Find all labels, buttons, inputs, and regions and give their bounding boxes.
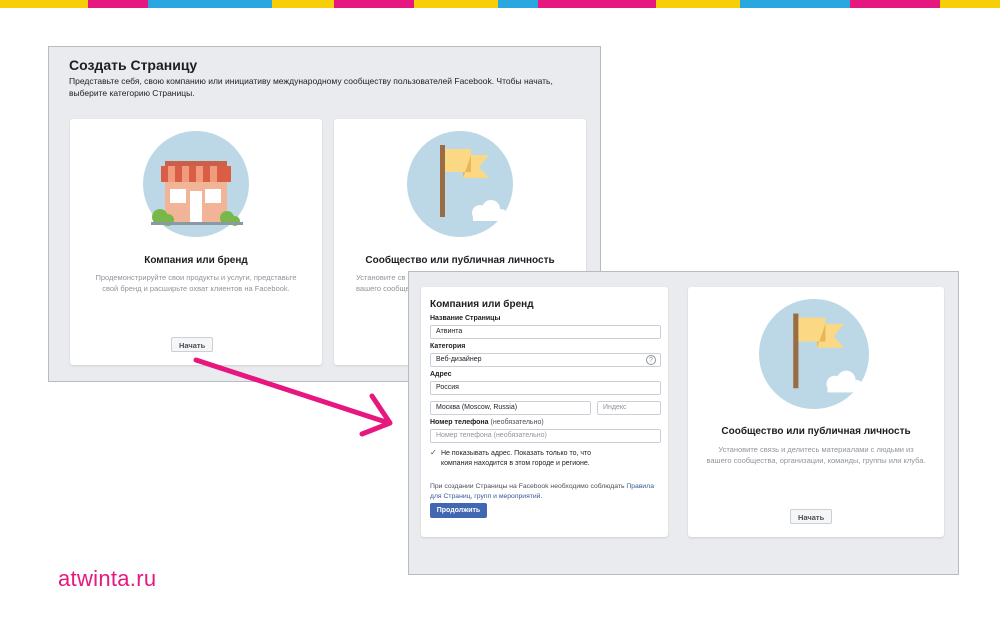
- phone-input[interactable]: Номер телефона (необязательно): [430, 429, 661, 443]
- page-name-input[interactable]: Атвинта: [430, 325, 661, 339]
- stripe-segment: [272, 0, 334, 8]
- company-card-title: Компания или бренд: [144, 255, 248, 266]
- continue-button[interactable]: Продолжить: [430, 503, 487, 518]
- stripe-segment: [850, 0, 940, 8]
- stripe-segment: [0, 0, 88, 8]
- hide-address-checkbox[interactable]: ✓: [430, 449, 438, 457]
- country-input[interactable]: Россия: [430, 381, 661, 395]
- phone-label: Номер телефона (необязательно): [430, 419, 544, 426]
- flag-icon: [407, 131, 513, 237]
- community-card-title: Сообщество или публичная личность: [365, 255, 555, 266]
- storefront-icon: [143, 131, 249, 237]
- community-card-2-title: Сообщество или публичная личность: [721, 426, 911, 437]
- company-brand-card[interactable]: Компания или бренд Продемонстрируйте сво…: [70, 119, 322, 365]
- zip-input[interactable]: Индекс: [597, 401, 661, 415]
- hide-address-text: Не показывать адрес. Показать только то,…: [441, 450, 592, 467]
- pointer-arrow: [193, 357, 393, 437]
- community-start-button[interactable]: Начать: [790, 509, 833, 524]
- page-description: Представьте себя, свою компанию или иниц…: [69, 76, 553, 98]
- terms-text-body: При создании Страницы на Facebook необхо…: [430, 483, 625, 490]
- stripe-segment: [148, 0, 272, 8]
- company-start-button[interactable]: Начать: [171, 337, 214, 352]
- stripe-segment: [88, 0, 148, 8]
- stripe-segment: [740, 0, 850, 8]
- brand-watermark: atwinta.ru: [58, 566, 157, 591]
- company-form-card: Компания или бренд Название Страницы Атв…: [421, 287, 668, 537]
- form-title: Компания или бренд: [430, 299, 534, 310]
- stripe-segment: [414, 0, 498, 8]
- category-value: Веб-дизайнер: [436, 356, 482, 363]
- stripe-segment: [656, 0, 740, 8]
- page-name-label: Название Страницы: [430, 315, 501, 322]
- address-label: Адрес: [430, 371, 452, 378]
- phone-label-text: Номер телефона: [430, 419, 489, 426]
- stripe-segment: [498, 0, 538, 8]
- color-stripe: [0, 0, 1000, 8]
- terms-text: При создании Страницы на Facebook необхо…: [430, 482, 662, 501]
- community-card-2-description: Установите связь и делитесь материалами …: [706, 445, 926, 465]
- terms-text-end: .: [540, 492, 543, 500]
- stripe-segment: [538, 0, 656, 8]
- flag-icon: [759, 299, 869, 409]
- city-input[interactable]: Москва (Moscow, Russia): [430, 401, 591, 415]
- stripe-segment: [940, 0, 1000, 8]
- category-label: Категория: [430, 343, 466, 350]
- company-card-description: Продемонстрируйте свои продукты и услуги…: [95, 273, 297, 293]
- community-card-2[interactable]: Сообщество или публичная личность Устано…: [688, 287, 944, 537]
- help-icon[interactable]: ?: [646, 355, 656, 365]
- phone-optional-text: (необязательно): [490, 419, 544, 426]
- category-input[interactable]: Веб-дизайнер ?: [430, 353, 661, 367]
- stripe-segment: [334, 0, 414, 8]
- company-form-panel: Компания или бренд Название Страницы Атв…: [408, 271, 959, 575]
- page-title: Создать Страницу: [69, 57, 198, 73]
